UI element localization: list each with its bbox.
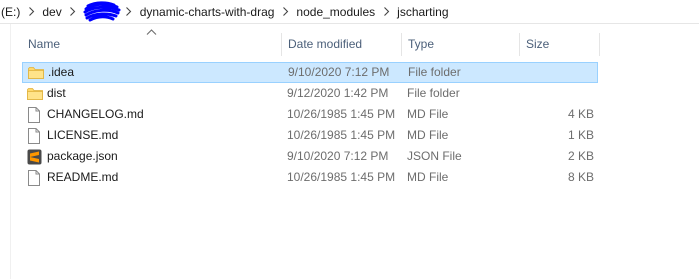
document-icon xyxy=(27,125,43,146)
file-name: CHANGELOG.md xyxy=(47,107,144,121)
breadcrumb-node-modules[interactable]: node_modules xyxy=(296,0,375,24)
column-header-row: Name Date modified Type Size xyxy=(0,30,699,58)
chevron-right-icon[interactable] xyxy=(20,0,42,24)
file-row[interactable]: package.json 9/10/2020 7:12 PM JSON File 2 … xyxy=(22,146,598,167)
file-type: MD File xyxy=(407,128,449,142)
file-name: README.md xyxy=(47,170,119,184)
file-row[interactable]: README.md 10/26/1985 1:45 PM MD File 8 KB xyxy=(22,167,598,188)
file-name: LICENSE.md xyxy=(47,128,119,142)
file-size: 1 KB xyxy=(567,128,594,142)
redaction-scribble-icon xyxy=(83,0,121,21)
sublime-text-icon xyxy=(27,146,43,167)
folder-icon xyxy=(28,62,44,83)
column-header-type[interactable]: Type xyxy=(402,30,520,58)
file-size: 4 KB xyxy=(567,107,594,121)
document-icon xyxy=(27,104,43,125)
folder-icon xyxy=(27,83,43,104)
file-type: File folder xyxy=(407,86,460,100)
file-size: 8 KB xyxy=(567,170,594,184)
window-edge xyxy=(10,24,11,279)
chevron-right-icon[interactable] xyxy=(118,0,140,24)
file-explorer-window: (E:) dev dynamic-charts-with-drag node_m… xyxy=(0,0,699,279)
file-type: File folder xyxy=(408,65,461,79)
column-header-date-modified[interactable]: Date modified xyxy=(282,30,402,58)
chevron-right-icon[interactable] xyxy=(274,0,296,24)
file-date-modified: 10/26/1985 1:45 PM xyxy=(287,170,396,184)
file-row[interactable]: CHANGELOG.md 10/26/1985 1:45 PM MD File 4 K… xyxy=(22,104,598,125)
file-row[interactable]: .idea 9/10/2020 7:12 PM File folder xyxy=(22,62,598,83)
breadcrumb-current-folder[interactable]: jscharting xyxy=(397,0,448,24)
breadcrumb-project[interactable]: dynamic-charts-with-drag xyxy=(140,0,275,24)
file-name: dist xyxy=(47,86,66,100)
sort-ascending-icon xyxy=(146,29,157,35)
chevron-right-icon[interactable] xyxy=(62,0,84,24)
file-date-modified: 10/26/1985 1:45 PM xyxy=(287,128,396,142)
file-type: MD File xyxy=(407,170,449,184)
file-row[interactable]: dist 9/12/2020 1:42 PM File folder xyxy=(22,83,598,104)
file-type: MD File xyxy=(407,107,449,121)
file-date-modified: 9/10/2020 7:12 PM xyxy=(287,149,389,163)
column-header-size[interactable]: Size xyxy=(520,30,600,58)
address-bar[interactable]: (E:) dev dynamic-charts-with-drag node_m… xyxy=(0,0,699,24)
breadcrumb-dev[interactable]: dev xyxy=(42,0,61,24)
breadcrumb-drive[interactable]: (E:) xyxy=(0,0,20,24)
file-name: package.json xyxy=(47,149,118,163)
file-name: .idea xyxy=(48,65,75,79)
file-date-modified: 9/12/2020 1:42 PM xyxy=(287,86,389,100)
chevron-right-icon[interactable] xyxy=(375,0,397,24)
file-date-modified: 10/26/1985 1:45 PM xyxy=(287,107,396,121)
file-row[interactable]: LICENSE.md 10/26/1985 1:45 PM MD File 1 KB xyxy=(22,125,598,146)
document-icon xyxy=(27,167,43,188)
file-type: JSON File xyxy=(407,149,462,163)
file-size: 2 KB xyxy=(567,149,594,163)
file-date-modified: 9/10/2020 7:12 PM xyxy=(288,65,390,79)
